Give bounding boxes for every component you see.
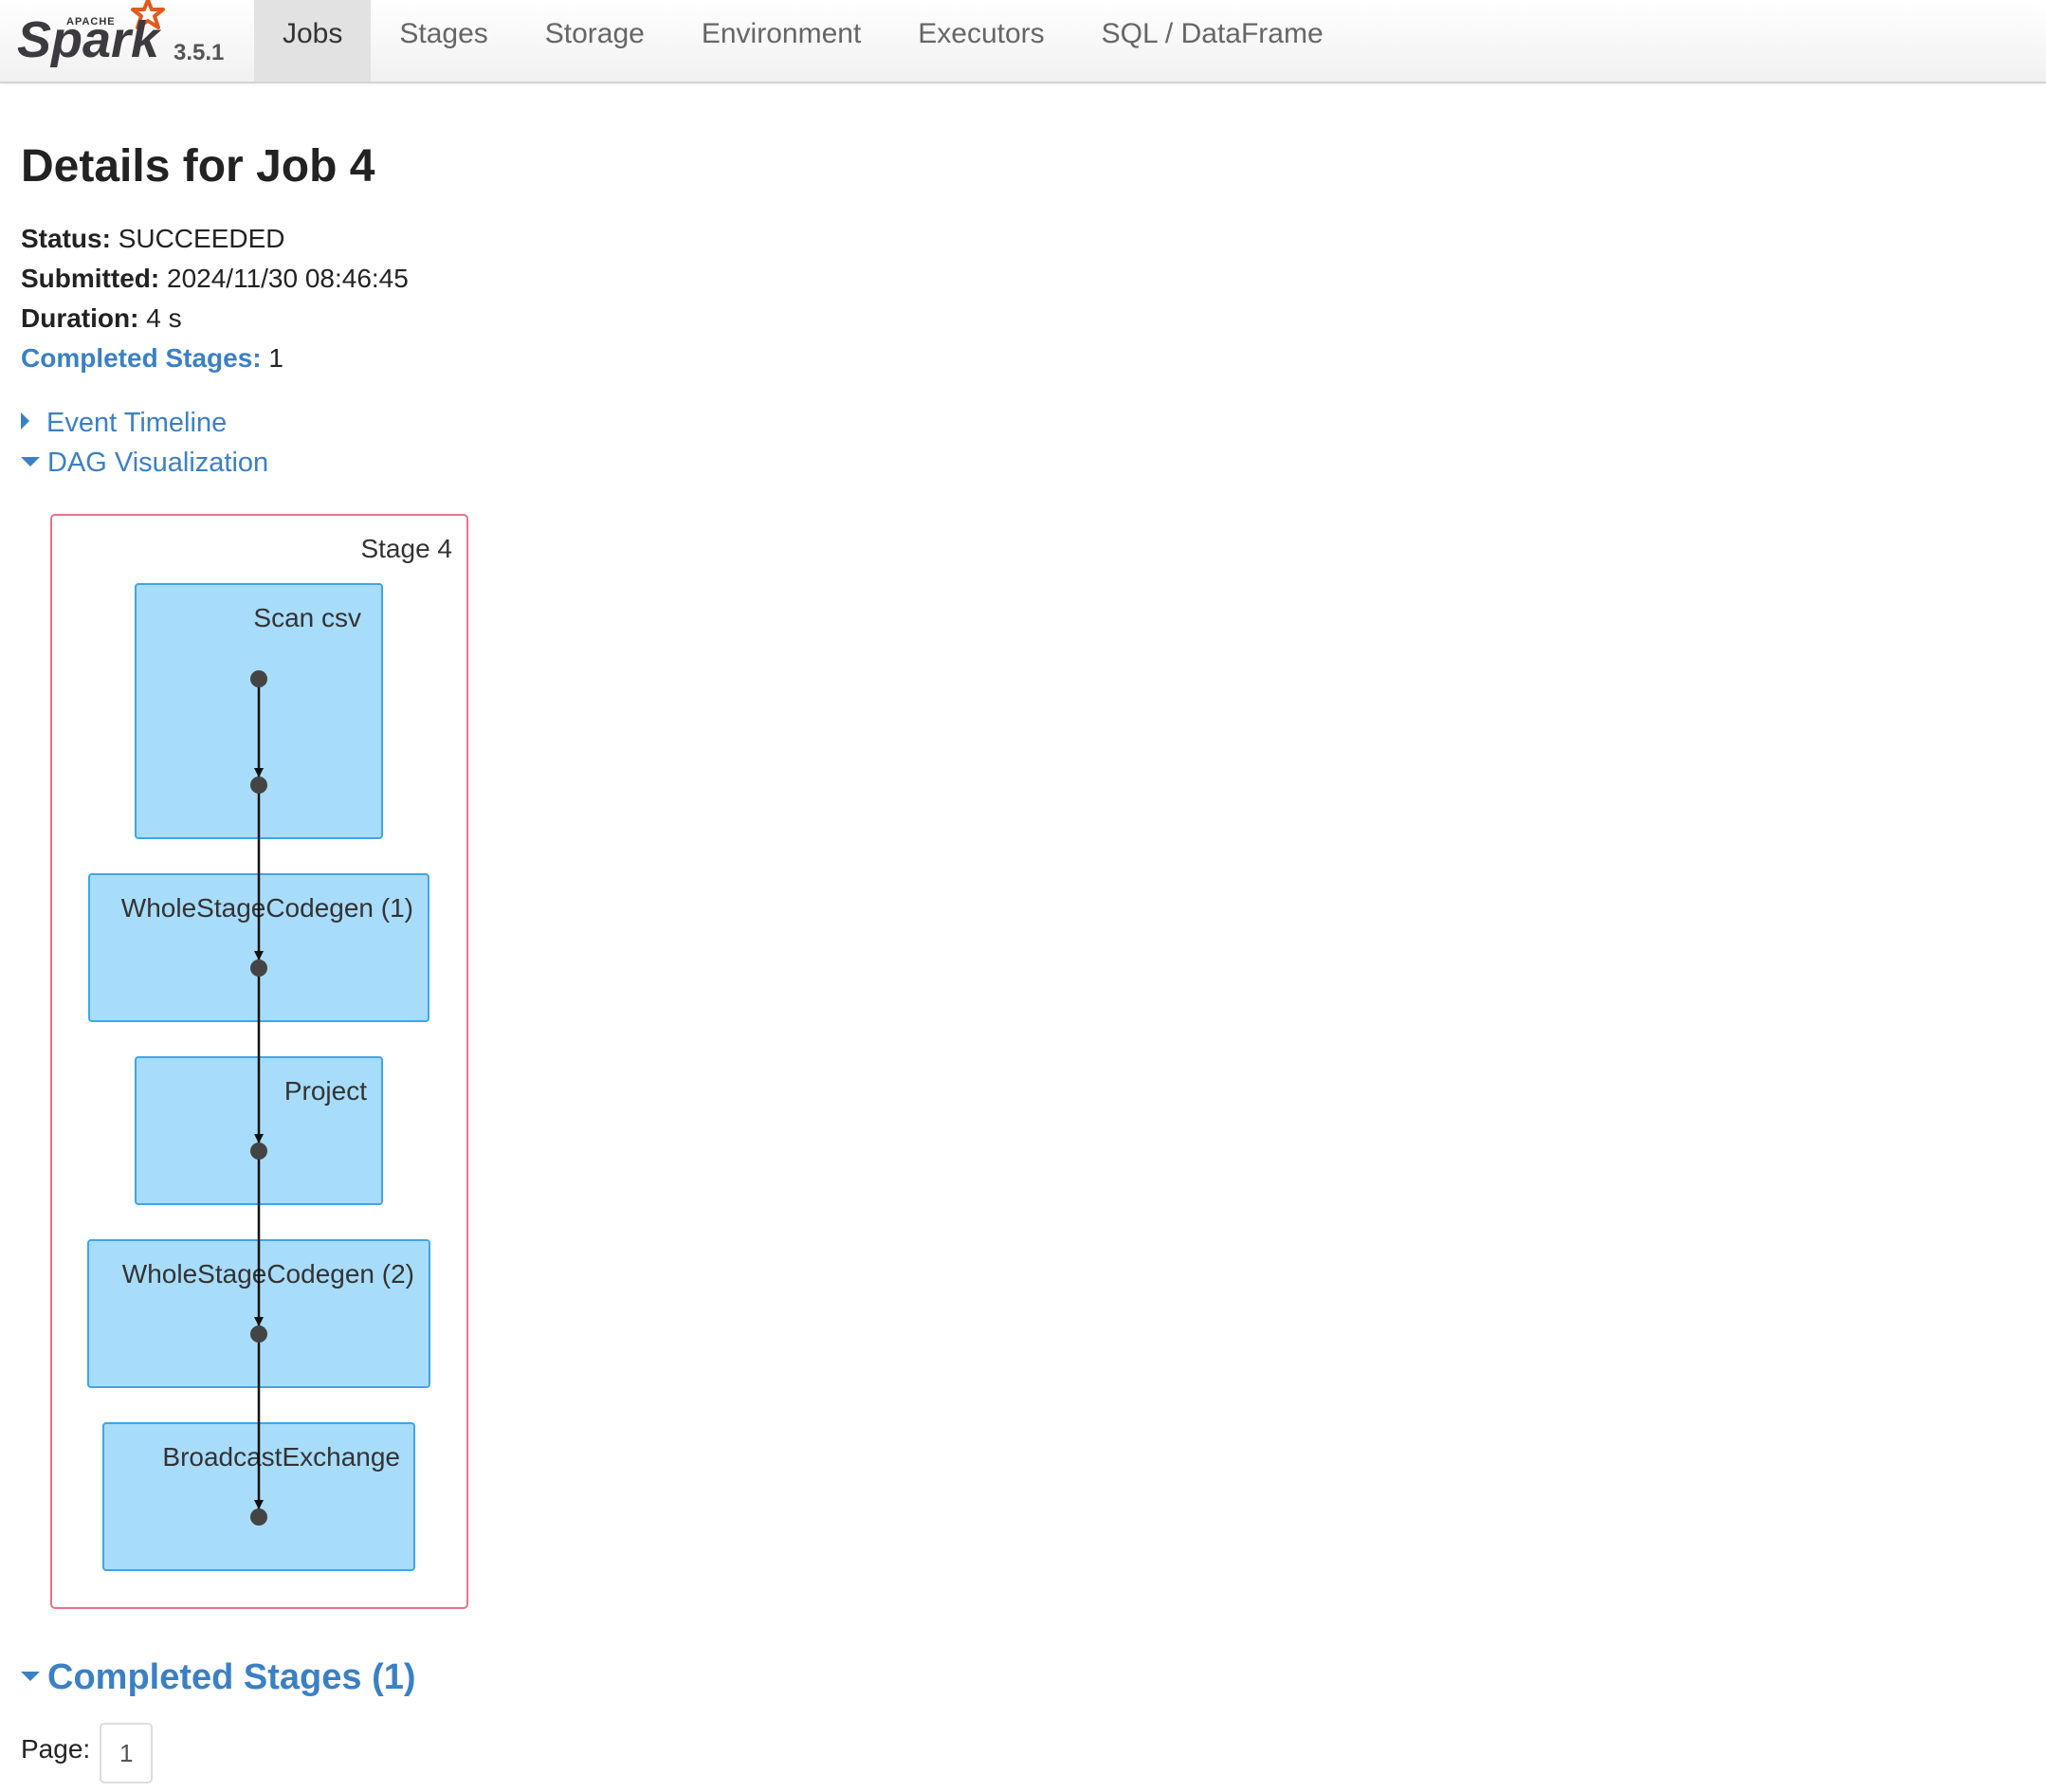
tab-executors[interactable]: Executors (889, 0, 1072, 82)
dag-node-label: Scan csv (253, 603, 361, 632)
caret-down-icon (21, 1672, 40, 1681)
dag-point[interactable] (250, 1326, 267, 1343)
dag-node-label: BroadcastExchange (162, 1442, 400, 1472)
dag-point[interactable] (250, 670, 267, 687)
dag-node-label: WholeStageCodegen (1) (121, 893, 413, 923)
dag-visualization: Stage 4 Scan csv WholeStageCodegen (1) P… (50, 514, 468, 1609)
page-1-button[interactable]: 1 (100, 1723, 154, 1783)
page-label: Page: (21, 1734, 91, 1764)
completed-stages-pager: Page: 1 (21, 1718, 154, 1783)
dag-point[interactable] (250, 1509, 267, 1526)
dag-node-label: Project (284, 1076, 367, 1106)
dag-node-label: WholeStageCodegen (2) (122, 1259, 414, 1289)
tab-storage[interactable]: Storage (517, 0, 673, 82)
dag-point[interactable] (250, 1143, 267, 1160)
dag-point[interactable] (250, 777, 267, 794)
completed-stages-toggle[interactable]: Completed Stages (1) (21, 1657, 416, 1698)
stage-label: Stage 4 (360, 534, 452, 563)
completed-stages-title: Completed Stages (1) (47, 1657, 416, 1697)
dag-point[interactable] (250, 960, 267, 977)
tab-sql-dataframe[interactable]: SQL / DataFrame (1073, 0, 1352, 82)
tab-environment[interactable]: Environment (673, 0, 889, 82)
